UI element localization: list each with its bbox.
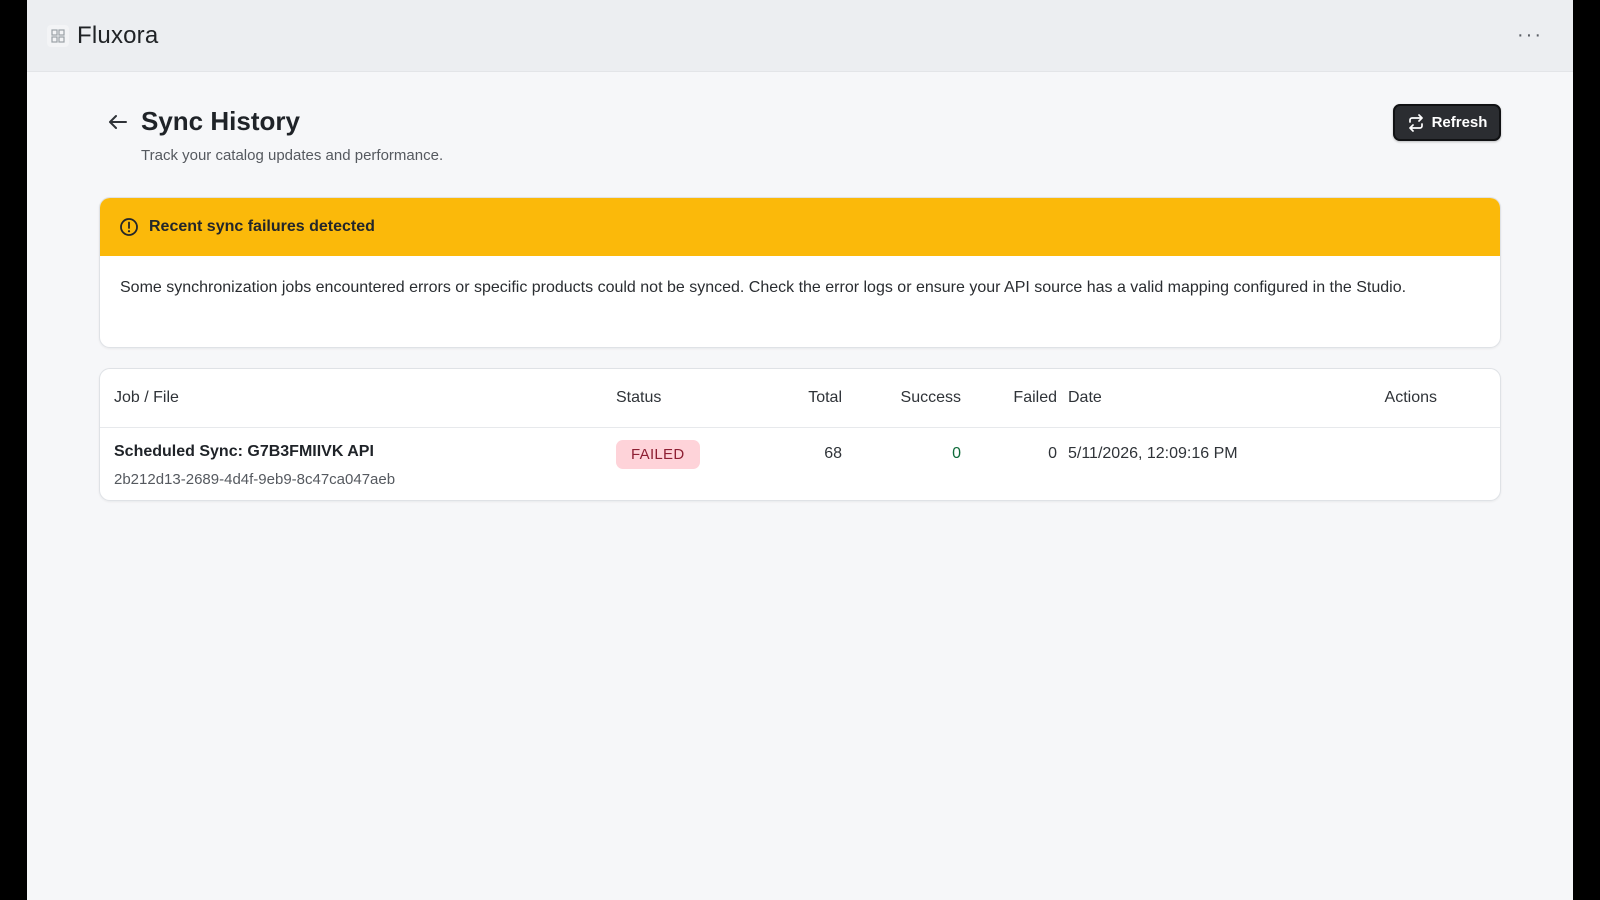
alert-header: Recent sync failures detected — [100, 198, 1500, 256]
sync-date: 5/11/2026, 12:09:16 PM — [1068, 445, 1238, 462]
column-header-success[interactable]: Success — [901, 389, 961, 407]
success-count: 0 — [952, 445, 961, 462]
refresh-button[interactable]: Refresh — [1393, 104, 1501, 141]
column-header-job[interactable]: Job / File — [114, 389, 179, 407]
top-bar: Fluxora ··· — [27, 0, 1573, 72]
column-header-date[interactable]: Date — [1068, 389, 1102, 407]
alert-circle-icon — [120, 218, 138, 236]
refresh-label: Refresh — [1431, 114, 1488, 131]
more-options-icon[interactable]: ··· — [1513, 21, 1547, 51]
app-logo-icon — [47, 24, 69, 47]
back-arrow-icon[interactable] — [106, 110, 130, 134]
sync-failure-alert: Recent sync failures detected Some synch… — [99, 197, 1501, 348]
table-header: Job / File Status Total Success Failed D… — [100, 369, 1500, 428]
column-header-failed[interactable]: Failed — [1013, 389, 1057, 407]
sync-history-table: Job / File Status Total Success Failed D… — [99, 368, 1501, 501]
total-count: 68 — [824, 445, 842, 462]
alert-title: Recent sync failures detected — [149, 218, 375, 235]
app-title: Fluxora — [77, 21, 159, 49]
status-badge: FAILED — [616, 440, 700, 469]
job-name[interactable]: Scheduled Sync: G7B3FMIIVK API — [114, 443, 374, 461]
table-row[interactable]: Scheduled Sync: G7B3FMIIVK API 2b212d13-… — [100, 428, 1500, 500]
alert-message: Some synchronization jobs encountered er… — [120, 279, 1407, 296]
page-header: Sync History Track your catalog updates … — [27, 72, 1573, 192]
refresh-icon — [1408, 113, 1423, 132]
job-id: 2b212d13-2689-4d4f-9eb9-8c47ca047aeb — [114, 471, 396, 488]
column-header-status[interactable]: Status — [616, 389, 661, 407]
app-window: Fluxora ··· Sync History Track your cata… — [27, 0, 1573, 900]
page-title: Sync History — [141, 106, 300, 136]
failed-count: 0 — [1048, 445, 1057, 462]
column-header-total[interactable]: Total — [808, 389, 842, 407]
page-subtitle: Track your catalog updates and performan… — [141, 147, 444, 164]
column-header-actions: Actions — [1384, 389, 1437, 406]
